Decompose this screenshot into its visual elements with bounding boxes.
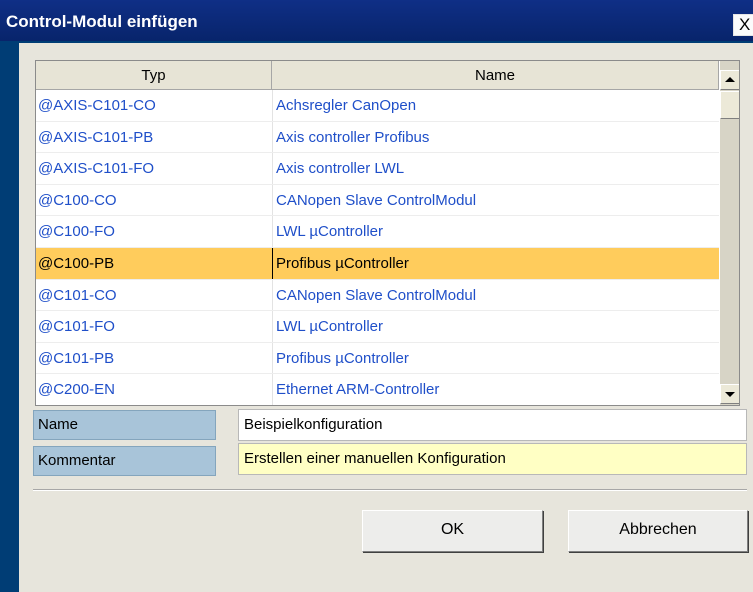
cell-typ: @AXIS-C101-CO <box>38 97 156 114</box>
cell-typ: @C100-FO <box>38 223 115 241</box>
cell-name: CANopen Slave ControlModul <box>272 279 719 311</box>
table-row[interactable]: @C101-CO CANopen Slave ControlModul <box>36 279 719 312</box>
ok-button[interactable]: OK <box>362 510 543 552</box>
close-icon: X <box>739 15 751 34</box>
cell-name: Achsregler CanOpen <box>272 90 719 121</box>
table-row[interactable]: @AXIS-C101-FO Axis controller LWL <box>36 153 719 185</box>
cell-typ: @C100-CO <box>38 191 117 209</box>
cell-typ: @C200-EN <box>38 381 115 399</box>
cell-typ: @C101-CO <box>38 286 117 304</box>
cell-typ: @AXIS-C101-FO <box>38 160 155 178</box>
dialog-body: Typ Name @AXIS-C101-CO Achsregler CanOpen… <box>0 41 753 592</box>
table-row[interactable]: @C200-EN Ethernet ARM-Controller <box>36 374 719 405</box>
table-row-selected[interactable]: @C100-PB Profibus µController <box>36 247 719 280</box>
vertical-scrollbar[interactable] <box>720 61 739 405</box>
cell-name: LWL µController <box>272 311 719 342</box>
divider <box>33 489 747 491</box>
control-modul-dialog: Control-Modul einfügen X Typ Name @AXIS-… <box>0 0 753 592</box>
title-bar[interactable]: Control-Modul einfügen X <box>0 0 753 41</box>
name-label: Name <box>33 410 216 440</box>
module-list[interactable]: Typ Name @AXIS-C101-CO Achsregler CanOpen… <box>35 60 740 406</box>
cell-name: Profibus µController <box>272 247 719 279</box>
column-header-typ[interactable]: Typ <box>36 61 272 90</box>
dialog-panel: Typ Name @AXIS-C101-CO Achsregler CanOpen… <box>19 43 753 592</box>
cell-typ: @C100-PB <box>38 254 115 272</box>
table-row[interactable]: @AXIS-C101-PB Axis controller Profibus <box>36 121 719 154</box>
table-row[interactable]: @C101-FO LWL µController <box>36 311 719 343</box>
cancel-button[interactable]: Abbrechen <box>568 510 748 552</box>
cell-name: LWL µController <box>272 216 719 247</box>
cell-typ: @C101-PB <box>38 349 115 367</box>
cell-name: Axis controller LWL <box>272 153 719 184</box>
scroll-thumb[interactable] <box>720 91 739 119</box>
window-title: Control-Modul einfügen <box>6 12 198 31</box>
cell-typ: @C101-FO <box>38 318 115 336</box>
arrow-up-icon <box>725 77 735 82</box>
table-row[interactable]: @C101-PB Profibus µController <box>36 342 719 375</box>
cell-name: CANopen Slave ControlModul <box>272 184 719 216</box>
cell-typ: @AXIS-C101-PB <box>38 128 154 146</box>
cell-name: Axis controller Profibus <box>272 121 719 153</box>
cell-name: Ethernet ARM-Controller <box>272 374 719 405</box>
close-button[interactable]: X <box>733 14 753 36</box>
scroll-down-button[interactable] <box>720 384 739 404</box>
scroll-up-button[interactable] <box>720 70 739 90</box>
column-header-name[interactable]: Name <box>272 61 719 90</box>
comment-label: Kommentar <box>33 446 216 476</box>
module-rows: @AXIS-C101-CO Achsregler CanOpen @AXIS-C1… <box>36 90 719 405</box>
table-row[interactable]: @C100-FO LWL µController <box>36 216 719 248</box>
comment-field[interactable]: Erstellen einer manuellen Konfiguration <box>238 443 747 475</box>
table-row[interactable]: @C100-CO CANopen Slave ControlModul <box>36 184 719 217</box>
table-row[interactable]: @AXIS-C101-CO Achsregler CanOpen <box>36 90 719 122</box>
cell-name: Profibus µController <box>272 342 719 374</box>
name-field[interactable]: Beispielkonfiguration <box>238 409 747 441</box>
arrow-down-icon <box>725 392 735 397</box>
